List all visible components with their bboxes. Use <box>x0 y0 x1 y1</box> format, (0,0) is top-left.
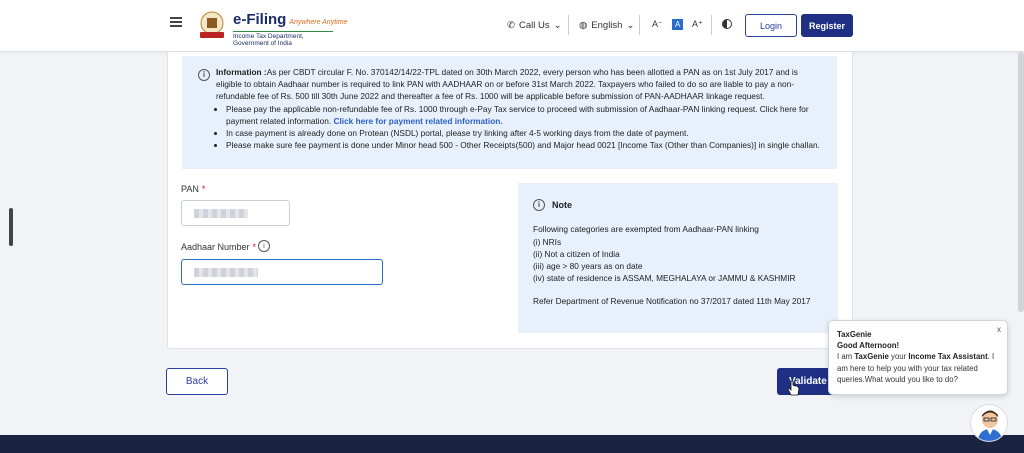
chat-message: I am TaxGenie your Income Tax Assistant.… <box>837 352 995 384</box>
aadhaar-input[interactable] <box>181 259 383 285</box>
information-body: As per CBDT circular F. No. 370142/14/22… <box>216 67 798 102</box>
note-box: i Note Following categories are exempted … <box>518 183 838 333</box>
emblem-logo-icon <box>200 11 224 38</box>
logo-title: e-Filing <box>233 11 287 28</box>
aadhaar-label: Aadhaar Number * <box>181 242 257 252</box>
phone-icon: ✆ <box>507 20 515 31</box>
language-label: English <box>591 20 623 31</box>
note-title: i Note <box>533 199 823 212</box>
page-scrollbar[interactable] <box>1018 52 1024 312</box>
list-item: Please make sure fee payment is done und… <box>226 139 825 151</box>
language-selector[interactable]: ◍ English ⌄ <box>579 20 634 31</box>
information-text: Information :As per CBDT circular F. No.… <box>216 66 825 103</box>
login-button[interactable]: Login <box>745 14 797 37</box>
info-icon: i <box>198 69 210 81</box>
register-button[interactable]: Register <box>801 14 853 37</box>
masked-value <box>194 268 258 277</box>
divider <box>711 15 712 35</box>
logo-tagline: Anywhere Anytime <box>289 19 348 26</box>
top-header: e-Filing Anywhere Anytime Income Tax Depa… <box>0 0 1024 52</box>
call-us-label: Call Us <box>518 20 550 31</box>
note-reference: Refer Department of Revenue Notification… <box>533 295 811 306</box>
close-icon[interactable]: x <box>997 324 1001 335</box>
list-item: Please pay the applicable non-refundable… <box>226 103 825 127</box>
hand-cursor-icon <box>788 380 800 396</box>
logo-subtitle: Income Tax Department, Government of Ind… <box>233 31 333 47</box>
pan-input[interactable] <box>181 200 290 226</box>
pan-label: PAN * <box>181 184 206 194</box>
chevron-down-icon: ⌄ <box>553 20 562 31</box>
taxgenie-chat-popup[interactable]: x TaxGenie Good Afternoon! I am TaxGenie… <box>828 320 1008 395</box>
call-us-menu[interactable]: ✆ Call Us ⌄ <box>507 20 562 31</box>
globe-icon: ◍ <box>579 20 588 31</box>
contrast-toggle-icon[interactable] <box>722 19 732 29</box>
information-box: i Information :As per CBDT circular F. N… <box>182 56 837 169</box>
information-heading: Information : <box>216 67 267 77</box>
efiling-logo[interactable]: e-Filing Anywhere Anytime Income Tax Depa… <box>233 11 347 47</box>
back-button[interactable]: Back <box>166 368 228 395</box>
masked-value <box>194 209 248 218</box>
chat-greeting: Good Afternoon! <box>837 341 900 351</box>
note-line: (ii) Not a citizen of India <box>533 248 620 259</box>
font-increase-button[interactable]: A⁺ <box>692 19 703 30</box>
info-icon[interactable]: i <box>258 240 270 252</box>
font-decrease-button[interactable]: A⁻ <box>652 19 663 30</box>
chevron-down-icon: ⌄ <box>626 20 635 31</box>
note-line: (iii) age > 80 years as on date <box>533 261 643 272</box>
divider <box>568 15 569 35</box>
taxgenie-avatar-icon[interactable] <box>970 404 1008 442</box>
menu-icon[interactable] <box>170 17 182 27</box>
side-handle[interactable] <box>9 208 13 246</box>
list-item: In case payment is already done on Prote… <box>226 127 825 139</box>
divider <box>639 15 640 35</box>
footer <box>0 435 1024 453</box>
info-icon: i <box>533 199 545 212</box>
note-line: (iv) state of residence is ASSAM, MEGHAL… <box>533 273 796 284</box>
font-normal-button[interactable]: A <box>672 19 684 30</box>
chat-bot-name: TaxGenie <box>837 330 872 339</box>
note-line: Following categories are exempted from A… <box>533 224 759 235</box>
information-bullets: Please pay the applicable non-refundable… <box>216 103 825 152</box>
payment-info-link[interactable]: Click here for payment related informati… <box>333 116 502 126</box>
note-line: (i) NRIs <box>533 236 562 247</box>
